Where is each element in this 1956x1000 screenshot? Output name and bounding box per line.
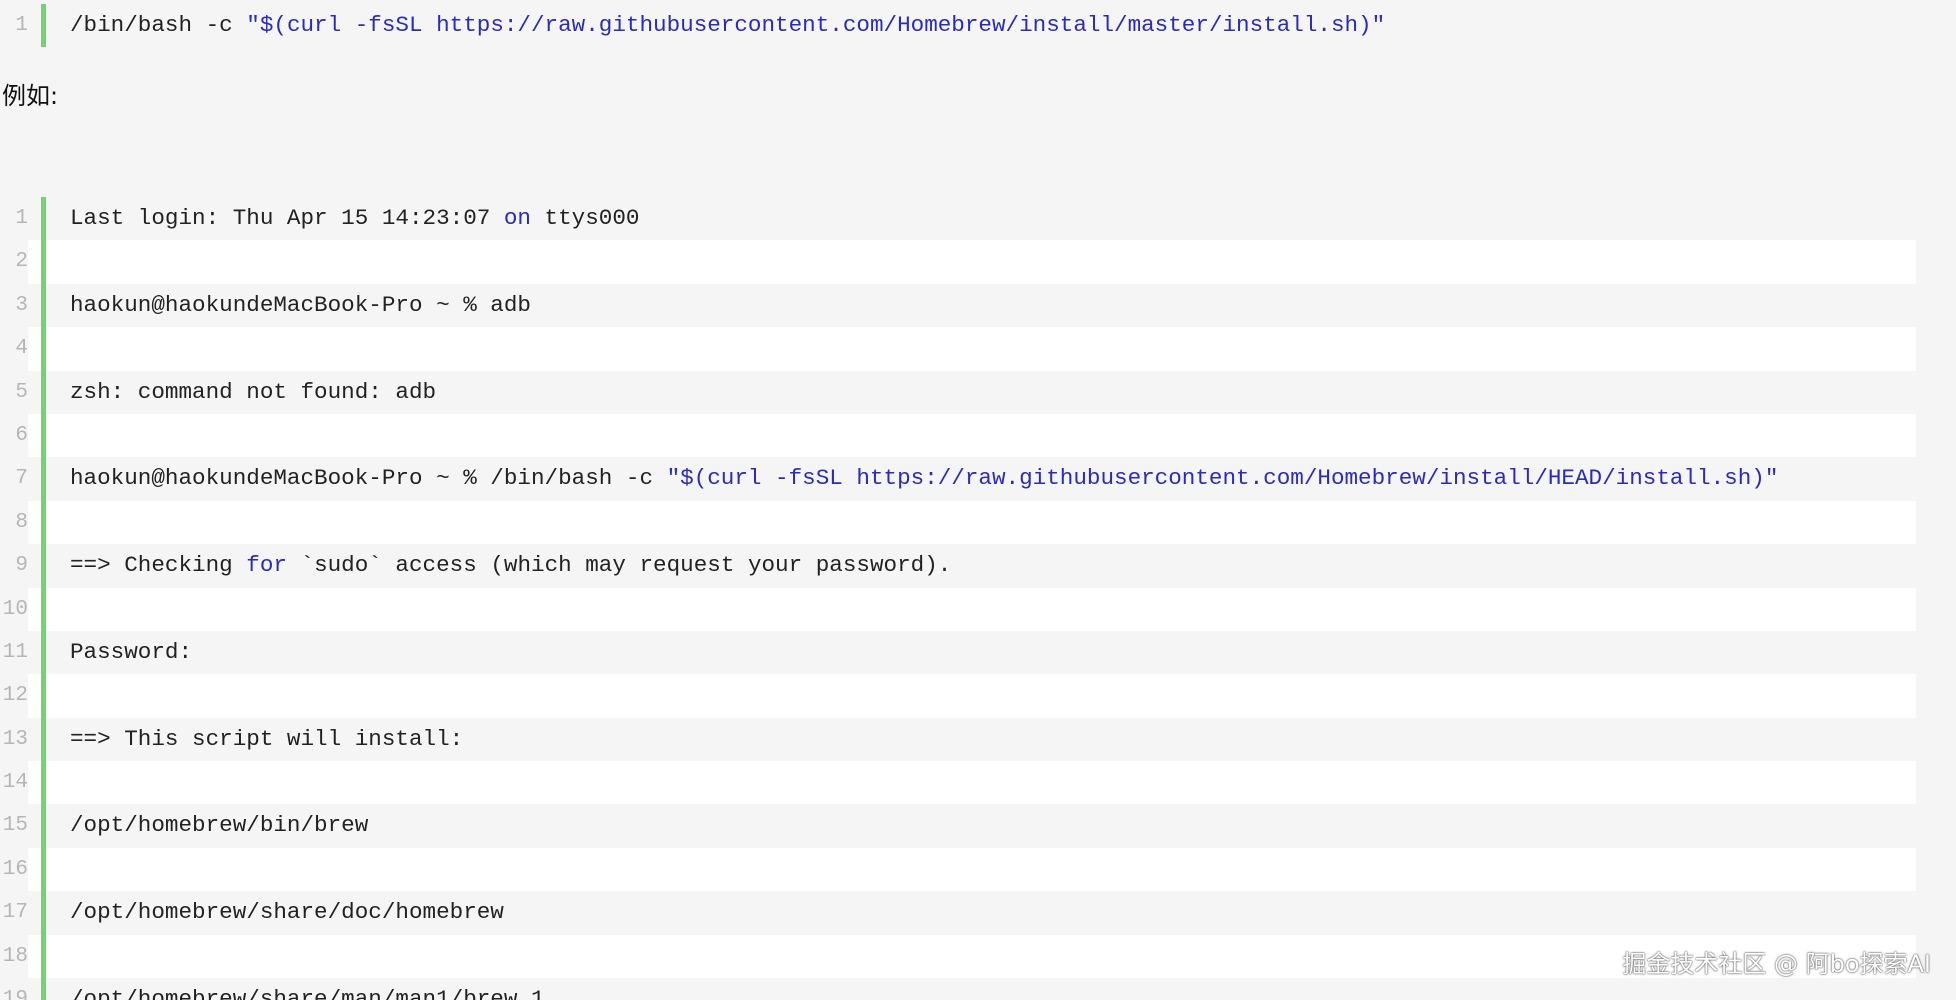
- code-token-str: "$(curl -fsSL https://raw.githubusercont…: [246, 12, 1386, 38]
- code-block-terminal-output: 1 Last login: Thu Apr 15 14:23:07 on ttys…: [0, 197, 1916, 1000]
- line-number: 18: [0, 934, 28, 979]
- gutter-bar: [41, 934, 46, 979]
- code-text: haokun@haokundeMacBook-Pro ~ % adb: [70, 284, 531, 327]
- line-number: 12: [0, 674, 28, 718]
- code-token-str: "$(curl -fsSL https://raw.githubusercont…: [666, 465, 1779, 492]
- code-line: 9 ==> Checking for `sudo` access (which m…: [0, 544, 1916, 588]
- code-line: 13 ==> This script will install:: [0, 717, 1916, 762]
- line-number: 5: [0, 370, 28, 414]
- code-token-kw: on: [503, 205, 531, 231]
- gutter-bar: [41, 761, 46, 805]
- code-line: 1 Last login: Thu Apr 15 14:23:07 on ttys…: [0, 197, 1916, 241]
- gutter-bar: [41, 717, 46, 762]
- code-line: 14: [0, 761, 1916, 805]
- gutter-bar: [41, 847, 46, 892]
- code-line: 12: [0, 674, 1916, 718]
- code-text: ==> This script will install:: [70, 718, 463, 761]
- line-number: 1: [0, 197, 28, 241]
- code-line: 3 haokun@haokundeMacBook-Pro ~ % adb: [0, 283, 1916, 328]
- code-line: 16: [0, 847, 1916, 892]
- code-text: /bin/bash -c "$(curl -fsSL https://raw.g…: [70, 4, 1385, 47]
- line-number: 1: [0, 4, 28, 48]
- code-line: 19/opt/homebrew/share/man/man1/brew.1: [0, 978, 1916, 1000]
- code-token: /bin/bash -c: [70, 12, 247, 38]
- gutter-bar: [41, 978, 46, 1000]
- line-number: 8: [0, 500, 28, 545]
- watermark: 掘金技术社区 @ 阿bo探索AI: [1622, 950, 1931, 978]
- code-token: haokun@haokundeMacBook-Pro ~ % /bin/bash…: [70, 465, 667, 492]
- code-token: Password:: [70, 638, 193, 665]
- code-token: /opt/homebrew/share/doc/homebrew: [70, 899, 504, 926]
- code-text: /opt/homebrew/share/doc/homebrew: [70, 891, 504, 934]
- gutter-bar: [41, 500, 46, 545]
- code-line: 8: [0, 500, 1916, 545]
- gutter-bar: [41, 544, 46, 588]
- code-line: 2: [0, 240, 1916, 284]
- code-token: /opt/homebrew/share/man/man1/brew.1: [70, 986, 545, 1000]
- gutter-bar: [41, 4, 46, 48]
- code-line: 5 zsh: command not found: adb: [0, 370, 1916, 414]
- line-number: 15: [0, 804, 28, 848]
- line-number: 14: [0, 761, 28, 805]
- code-token: Last login: Thu Apr 15 14:23:07: [70, 205, 504, 231]
- code-text: /opt/homebrew/share/man/man1/brew.1: [70, 978, 545, 1000]
- gutter-bar: [41, 370, 46, 414]
- gutter-bar: [41, 240, 46, 284]
- code-text: /opt/homebrew/bin/brew: [70, 804, 368, 847]
- code-text: Last login: Thu Apr 15 14:23:07 on ttys0…: [70, 197, 639, 240]
- code-token: `sudo` access (which may request your pa…: [286, 552, 952, 579]
- code-text: zsh: command not found: adb: [70, 371, 436, 414]
- code-token: ==> This script will install:: [70, 725, 464, 752]
- gutter-bar: [41, 891, 46, 935]
- code-line: 11 Password:: [0, 630, 1916, 675]
- code-token: ttys000: [531, 205, 640, 231]
- line-number: 7: [0, 457, 28, 501]
- line-number: 2: [0, 240, 28, 284]
- code-block-install-command: 1/bin/bash -c "$(curl -fsSL https://raw.…: [0, 4, 1916, 48]
- line-number: 4: [0, 327, 28, 371]
- code-line: 15/opt/homebrew/bin/brew: [0, 804, 1916, 848]
- gutter-bar: [41, 197, 46, 241]
- gutter-bar: [41, 327, 46, 371]
- code-line: 6: [0, 413, 1916, 458]
- code-line: 17/opt/homebrew/share/doc/homebrew: [0, 891, 1916, 935]
- line-number: 9: [0, 544, 28, 588]
- gutter-bar: [41, 457, 46, 501]
- line-number: 16: [0, 847, 28, 892]
- line-number: 19: [0, 978, 28, 1000]
- line-number: 13: [0, 717, 28, 762]
- code-line: 10: [0, 587, 1916, 631]
- code-token: zsh: command not found: adb: [70, 378, 437, 405]
- line-number: 17: [0, 891, 28, 935]
- line-number: 6: [0, 413, 28, 458]
- gutter-bar: [41, 674, 46, 718]
- line-number: 11: [0, 630, 28, 675]
- example-label: 例如:: [2, 82, 59, 110]
- code-text: Password:: [70, 631, 192, 674]
- code-text: haokun@haokundeMacBook-Pro ~ % /bin/bash…: [70, 457, 1778, 500]
- code-token-kw: for: [246, 552, 287, 579]
- gutter-bar: [41, 587, 46, 631]
- code-token: ==> Checking: [70, 552, 247, 579]
- gutter-bar: [41, 804, 46, 848]
- gutter-bar: [41, 413, 46, 458]
- line-number: 3: [0, 283, 28, 328]
- line-number: 10: [0, 587, 28, 631]
- gutter-bar: [41, 283, 46, 328]
- code-token: /opt/homebrew/bin/brew: [70, 812, 369, 839]
- code-line: 1/bin/bash -c "$(curl -fsSL https://raw.…: [0, 4, 1916, 48]
- code-line: 4: [0, 327, 1916, 371]
- code-text: ==> Checking for `sudo` access (which ma…: [70, 544, 951, 587]
- gutter-bar: [41, 630, 46, 675]
- code-line: 7 haokun@haokundeMacBook-Pro ~ % /bin/bas…: [0, 457, 1916, 501]
- code-token: haokun@haokundeMacBook-Pro ~ % adb: [70, 291, 531, 318]
